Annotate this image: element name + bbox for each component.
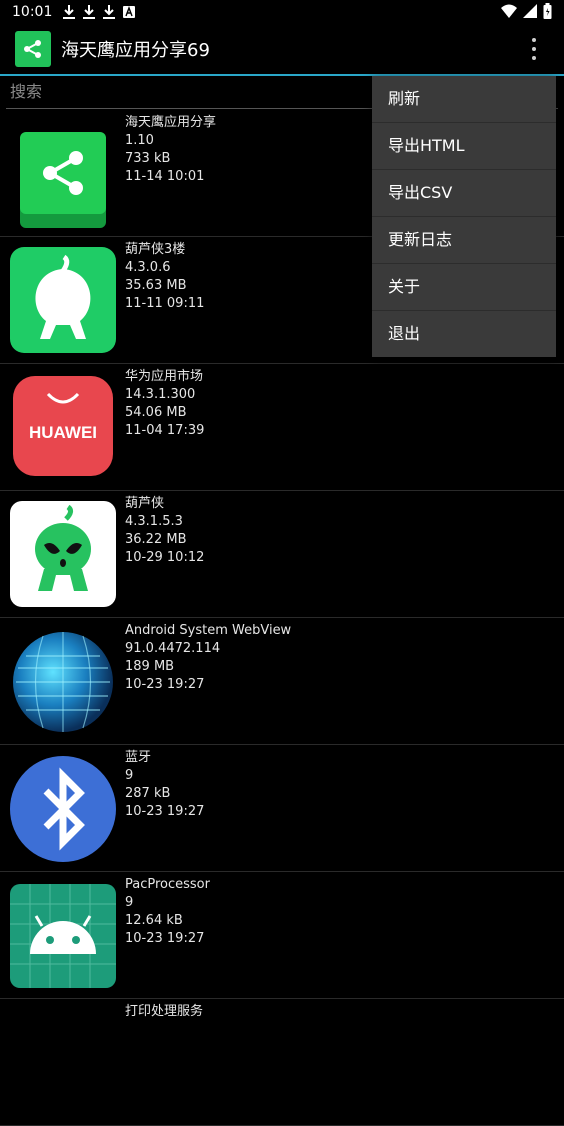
app-info: Android System WebView 91.0.4472.114 189… [125, 622, 291, 694]
app-logo [15, 31, 51, 67]
status-bar: 10:01 [0, 0, 564, 24]
bluetooth-icon [10, 756, 116, 862]
status-time: 10:01 [12, 4, 53, 20]
app-name: 海天鹰应用分享 [125, 115, 217, 130]
app-icon [8, 247, 118, 355]
app-date: 10-23 19:27 [125, 804, 205, 819]
app-size: 35.63 MB [125, 278, 187, 293]
app-size: 287 kB [125, 786, 171, 801]
app-bar: 海天鹰应用分享69 [0, 24, 564, 76]
alien-icon [10, 501, 116, 607]
app-icon: HUAWEI [8, 374, 118, 482]
app-size: 189 MB [125, 659, 175, 674]
app-version: 14.3.1.300 [125, 387, 196, 402]
share-icon [24, 40, 41, 58]
wifi-icon [501, 4, 517, 22]
app-name: PacProcessor [125, 877, 210, 892]
app-version: 91.0.4472.114 [125, 641, 221, 656]
gourd-icon [10, 247, 116, 353]
app-name: 葫芦侠3楼 [125, 242, 186, 257]
app-info: 蓝牙 9 287 kB 10-23 19:27 [125, 749, 204, 821]
huawei-logo-text: HUAWEI [29, 423, 97, 442]
app-icon [8, 755, 118, 863]
signal-icon [523, 4, 537, 22]
app-date: 11-11 09:11 [125, 296, 205, 311]
app-date: 10-23 19:27 [125, 931, 205, 946]
app-version: 4.3.0.6 [125, 260, 171, 275]
app-version: 1.10 [125, 133, 154, 148]
page-title: 海天鹰应用分享69 [61, 40, 210, 61]
app-name: 蓝牙 [125, 750, 152, 765]
menu-item-about[interactable]: 关于 [372, 264, 556, 311]
app-size: 733 kB [125, 151, 171, 166]
app-icon [8, 628, 118, 736]
list-item[interactable]: Android System WebView 91.0.4472.114 189… [0, 618, 564, 745]
app-info: 海天鹰应用分享 1.10 733 kB 11-14 10:01 [125, 114, 216, 186]
list-item[interactable]: HUAWEI 华为应用市场 14.3.1.300 54.06 MB 11-04 … [0, 364, 564, 491]
app-version: 9 [125, 768, 134, 783]
app-info: PacProcessor 9 12.64 kB 10-23 19:27 [125, 876, 210, 948]
menu-item-export-csv[interactable]: 导出CSV [372, 170, 556, 217]
app-icon [8, 501, 118, 609]
menu-item-refresh[interactable]: 刷新 [372, 76, 556, 123]
app-size: 54.06 MB [125, 405, 187, 420]
menu-item-changelog[interactable]: 更新日志 [372, 217, 556, 264]
app-name: Android System WebView [125, 623, 292, 638]
app-info: 华为应用市场 14.3.1.300 54.06 MB 11-04 17:39 [125, 368, 204, 440]
app-size: 12.64 kB [125, 913, 183, 928]
app-icon [8, 1009, 118, 1117]
app-size: 36.22 MB [125, 532, 187, 547]
app-name: 葫芦侠 [125, 496, 165, 511]
share-icon [20, 132, 106, 228]
android-icon [10, 884, 116, 988]
overflow-menu-button[interactable] [524, 38, 544, 60]
overflow-popup-menu: 刷新 导出HTML 导出CSV 更新日志 关于 退出 [372, 76, 556, 357]
app-info: 葫芦侠3楼 4.3.0.6 35.63 MB 11-11 09:11 [125, 241, 204, 313]
list-item[interactable]: 蓝牙 9 287 kB 10-23 19:27 [0, 745, 564, 872]
more-vert-icon [532, 38, 536, 42]
app-info: 打印处理服务 [125, 1003, 203, 1021]
app-info: 葫芦侠 4.3.1.5.3 36.22 MB 10-29 10:12 [125, 495, 204, 567]
app-version: 4.3.1.5.3 [125, 514, 183, 529]
app-icon [8, 882, 118, 990]
globe-icon [13, 632, 113, 732]
list-item[interactable]: 打印处理服务 [0, 999, 564, 1126]
app-name: 华为应用市场 [125, 369, 204, 384]
app-date: 10-29 10:12 [125, 550, 205, 565]
app-date: 10-23 19:27 [125, 677, 205, 692]
notification-app-icon [122, 4, 136, 20]
menu-item-exit[interactable]: 退出 [372, 311, 556, 357]
app-name: 打印处理服务 [125, 1004, 204, 1019]
app-icon [8, 120, 118, 228]
app-date: 11-14 10:01 [125, 169, 205, 184]
app-version: 9 [125, 895, 134, 910]
download-icon [62, 4, 76, 20]
huawei-bag-icon: HUAWEI [13, 376, 113, 476]
menu-item-export-html[interactable]: 导出HTML [372, 123, 556, 170]
app-date: 11-04 17:39 [125, 423, 205, 438]
list-item[interactable]: PacProcessor 9 12.64 kB 10-23 19:27 [0, 872, 564, 999]
status-right [501, 3, 552, 23]
list-item[interactable]: 葫芦侠 4.3.1.5.3 36.22 MB 10-29 10:12 [0, 491, 564, 618]
battery-icon [543, 3, 552, 23]
download-icon [82, 4, 96, 20]
download-icon [102, 4, 116, 20]
